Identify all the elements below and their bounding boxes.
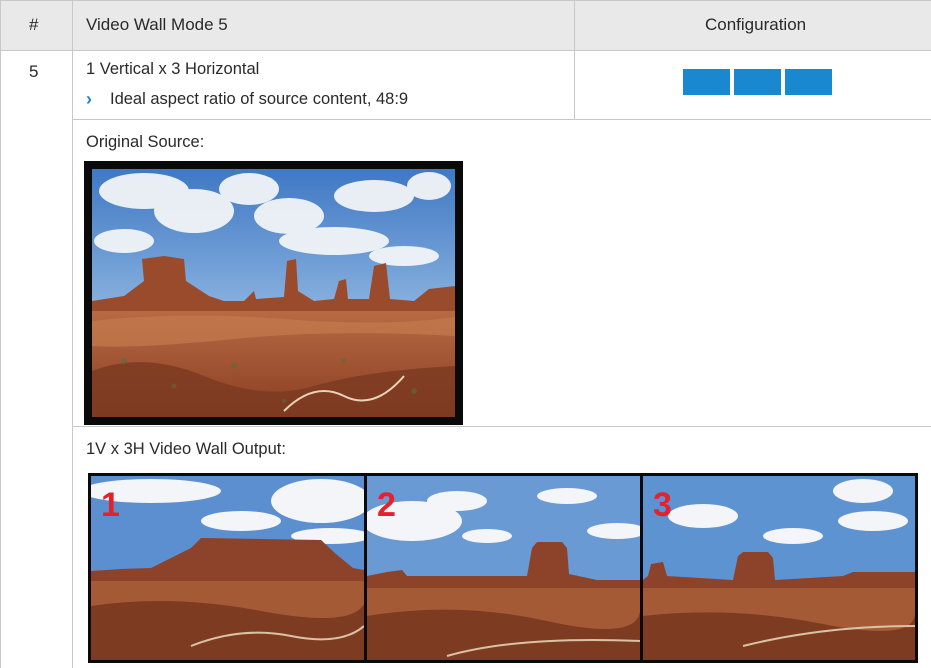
- config-screen-2: [734, 69, 781, 95]
- header-title: Video Wall Mode 5: [86, 15, 228, 34]
- divider: [0, 0, 931, 1]
- divider: [72, 0, 73, 668]
- video-wall-panel-2: 2: [364, 473, 643, 663]
- panel-number-2: 2: [377, 486, 396, 524]
- panel-number-1: 1: [101, 486, 120, 524]
- original-source-image: [84, 161, 463, 425]
- aspect-ratio-note: Ideal aspect ratio of source content, 48…: [110, 90, 409, 108]
- video-wall-panel-1: 1: [88, 473, 367, 663]
- video-wall-mode-table: # Video Wall Mode 5 Configuration 5 1 Ve…: [0, 0, 931, 668]
- divider: [72, 119, 931, 120]
- row-number: 5: [29, 62, 39, 81]
- header-configuration: Configuration: [705, 15, 807, 34]
- chevron-right-icon: ›: [86, 89, 92, 109]
- layout-description: 1 Vertical x 3 Horizontal: [86, 60, 260, 78]
- divider: [0, 0, 1, 668]
- video-wall-output-label: 1V x 3H Video Wall Output:: [86, 440, 286, 458]
- header-hash: #: [29, 15, 39, 34]
- original-source-label: Original Source:: [86, 133, 205, 151]
- divider: [72, 426, 931, 427]
- config-screen-3: [785, 69, 832, 95]
- video-wall-panel-3: 3: [640, 473, 918, 663]
- config-screen-1: [683, 69, 730, 95]
- divider: [574, 0, 575, 119]
- panel-number-3: 3: [653, 486, 672, 524]
- divider: [0, 50, 931, 51]
